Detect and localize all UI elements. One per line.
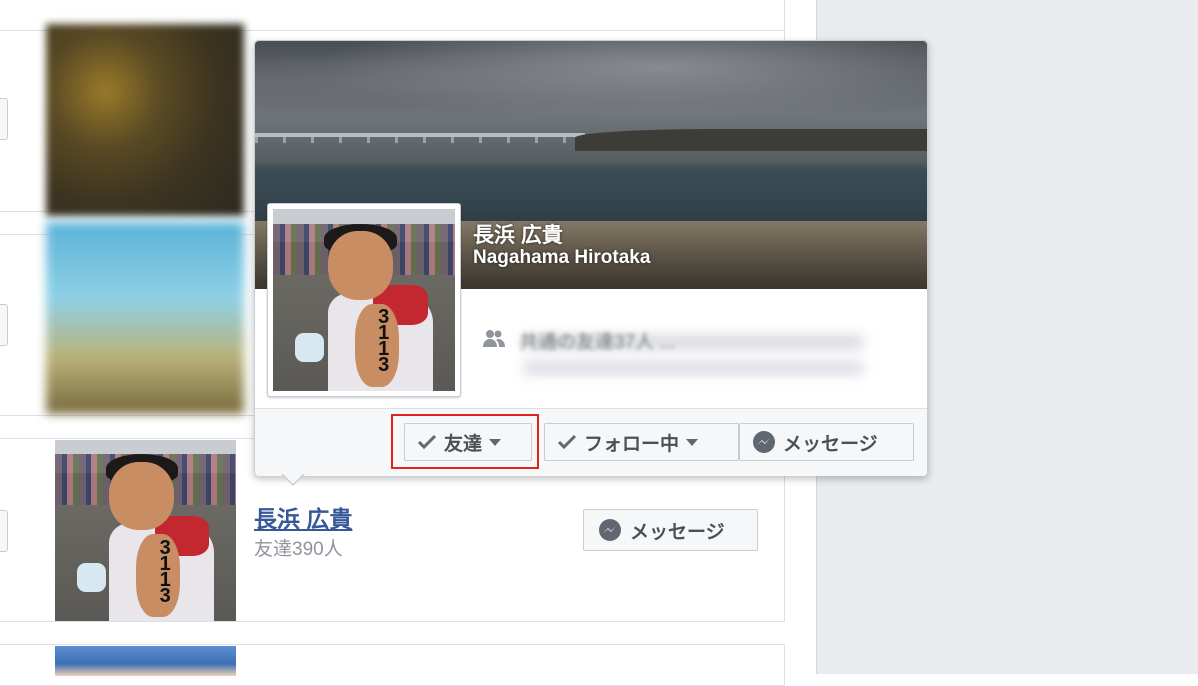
avatar: 3113 xyxy=(273,209,455,391)
friend-count: 友達390人 xyxy=(254,539,343,560)
highlight-box xyxy=(391,414,539,469)
profile-picture[interactable]: 3113 xyxy=(267,203,461,397)
row-action-button[interactable] xyxy=(0,304,8,346)
mutual-friends-text: 共通の友達37人 ... xyxy=(519,332,676,353)
row-action-button[interactable] xyxy=(0,98,8,140)
message-button[interactable]: メッセージ xyxy=(583,509,758,551)
friend-photo-blurred[interactable] xyxy=(46,222,244,414)
check-icon xyxy=(557,434,577,450)
hovercard-pointer xyxy=(281,473,305,486)
messenger-icon xyxy=(753,431,775,453)
message-button-label: メッセージ xyxy=(783,433,878,455)
hovercard-actions: 友達 フォロー中 メッセージ xyxy=(255,408,927,476)
friend-photo[interactable] xyxy=(55,646,236,676)
following-button[interactable]: フォロー中 xyxy=(544,423,739,461)
friend-photo-blurred[interactable] xyxy=(46,24,244,216)
message-button-label: メッセージ xyxy=(630,521,725,543)
profile-name-english[interactable]: Nagahama Hirotaka xyxy=(473,247,650,269)
profile-hovercard: 長浜 広貴 Nagahama Hirotaka 3113 共通の友達37人 ..… xyxy=(254,40,928,486)
row-action-button[interactable] xyxy=(0,510,8,552)
message-button[interactable]: メッセージ xyxy=(739,423,914,461)
messenger-icon xyxy=(599,519,621,541)
friend-photo[interactable]: 3113 xyxy=(55,440,236,621)
mutual-friends[interactable]: 共通の友達37人 ... xyxy=(483,327,863,389)
caret-down-icon xyxy=(686,438,699,446)
friend-name-link[interactable]: 長浜 広貴 xyxy=(254,500,352,534)
mutual-friends-icon xyxy=(483,330,505,347)
following-button-label: フォロー中 xyxy=(584,433,680,455)
profile-name[interactable]: 長浜 広貴 xyxy=(473,219,563,249)
